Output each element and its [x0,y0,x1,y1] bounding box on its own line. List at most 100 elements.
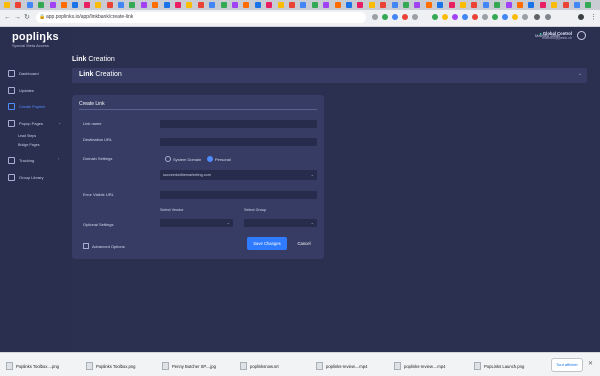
tab-favicon-icon[interactable] [517,2,523,8]
tab-favicon-icon[interactable] [300,2,307,8]
user-account-icon[interactable] [577,31,586,40]
sidebar-item-popup-pages[interactable]: Popup Pages [8,120,43,127]
radio-personal[interactable]: Personal [207,156,231,162]
tab-favicon-icon[interactable] [323,2,330,8]
tab-favicon-icon[interactable] [289,2,295,8]
chevron-down-icon[interactable]: ⌄ [578,71,582,77]
download-item[interactable]: poplinks-review....mp4 [316,362,367,370]
tab-favicon-icon[interactable] [334,2,341,8]
extension-icon[interactable] [482,14,488,20]
tab-favicon-icon[interactable] [49,2,56,8]
save-changes-button[interactable]: Save Changes [247,237,287,250]
app-logo[interactable]: popliŋks [12,31,59,43]
tab-favicon-icon[interactable] [129,2,136,8]
extension-icon[interactable] [402,14,408,20]
tab-favicon-icon[interactable] [118,2,124,8]
tab-favicon-icon[interactable] [197,2,204,8]
tab-favicon-icon[interactable] [403,2,409,8]
tab-favicon-icon[interactable] [391,2,398,8]
extension-icon[interactable] [452,14,458,20]
tab-favicon-icon[interactable] [72,2,79,8]
tab-favicon-icon[interactable] [539,2,546,8]
profile-avatar-icon[interactable] [545,14,551,20]
tab-favicon-icon[interactable] [106,2,113,8]
sidebar-subitem-lead-steps[interactable]: Lead Steps [18,134,36,138]
tab-favicon-icon[interactable] [380,2,387,8]
tab-favicon-icon[interactable] [140,2,147,8]
extension-icon[interactable] [372,14,378,20]
tab-favicon-icon[interactable] [220,2,227,8]
download-item[interactable]: poplinksnow.srt [240,362,279,370]
tab-favicon-icon[interactable] [38,2,45,8]
extension-icon[interactable] [392,14,398,20]
sidebar-item-updates[interactable]: Updates [8,87,34,94]
sidebar-subitem-bridge-pages[interactable]: Bridge Pages [18,143,40,147]
cancel-button[interactable]: Cancel [294,237,314,250]
user-name[interactable]: Mathieu Janin [535,33,560,38]
puzzle-icon[interactable] [534,14,540,20]
tab-favicon-icon[interactable] [266,2,273,8]
tab-favicon-icon[interactable] [505,2,512,8]
radio-button[interactable] [165,156,171,162]
tab-favicon-icon[interactable] [163,2,170,8]
tab-favicon-icon[interactable] [186,2,193,8]
back-icon[interactable]: ← [4,14,11,22]
extension-icon[interactable] [512,14,518,20]
sidebar-item-create-poplink[interactable]: Create Poplink [8,103,45,110]
download-item[interactable]: poplinks-review....mp4 [394,362,445,370]
browser-avatar[interactable] [578,14,584,20]
tab-favicon-icon[interactable] [209,2,216,8]
extension-icon[interactable] [492,14,498,20]
tab-favicon-icon[interactable] [551,2,558,8]
select-group[interactable]: ⌄ [244,219,317,227]
advanced-options-toggle[interactable]: Advanced Options [83,243,125,249]
tab-favicon-icon[interactable] [574,2,580,8]
tab-favicon-icon[interactable] [254,2,261,8]
extension-icon[interactable] [462,14,468,20]
tab-favicon-icon[interactable] [585,2,592,8]
error-url-input[interactable] [160,191,317,199]
radio-button[interactable] [207,156,213,162]
tab-favicon-icon[interactable] [243,2,250,8]
domain-select[interactable]: succeedwithemarketing.com ⌄ [160,170,317,180]
tab-favicon-icon[interactable] [368,2,375,8]
tab-favicon-icon[interactable] [83,2,90,8]
tab-favicon-icon[interactable] [528,2,535,8]
sidebar-item-dashboard[interactable]: Dashboard [8,70,39,77]
tab-favicon-icon[interactable] [425,2,432,8]
tab-favicon-icon[interactable] [346,2,352,8]
extension-icon[interactable] [472,14,478,20]
tab-favicon-icon[interactable] [152,2,159,8]
tab-favicon-icon[interactable] [277,2,284,8]
tab-favicon-icon[interactable] [61,2,67,8]
extension-icon[interactable] [442,14,448,20]
reload-icon[interactable]: ↻ [24,14,30,22]
download-item[interactable]: Poplinks Toolbox....png [6,362,59,370]
destination-url-input[interactable] [160,138,317,146]
section-header-bar[interactable]: Link Creation ⌄ [72,68,587,83]
tab-favicon-icon[interactable] [471,2,478,8]
tab-favicon-icon[interactable] [357,2,364,8]
tab-favicon-icon[interactable] [232,2,238,8]
tab-favicon-icon[interactable] [562,2,569,8]
download-item[interactable]: PopLinks Launch.png [474,362,524,370]
chevron-down-icon[interactable]: ⌄ [58,120,61,125]
sidebar-item-group-library[interactable]: Group Library [8,174,43,181]
checkbox[interactable] [83,243,89,249]
extension-icon[interactable] [432,14,438,20]
radio-system-domain[interactable]: System Domain [165,156,201,162]
download-item[interactable]: Penny Butcher SP....jpg [162,362,216,370]
tab-favicon-icon[interactable] [494,2,501,8]
tab-favicon-icon[interactable] [4,2,10,8]
tab-favicon-icon[interactable] [460,2,466,8]
show-all-downloads-button[interactable]: Tout afficher [551,358,583,372]
forward-icon[interactable]: → [14,14,21,22]
tab-favicon-icon[interactable] [482,2,489,8]
tab-favicon-icon[interactable] [175,2,181,8]
tab-favicon-icon[interactable] [95,2,102,8]
browser-tab-strip[interactable] [0,0,600,10]
tab-favicon-icon[interactable] [414,2,421,8]
tab-favicon-icon[interactable] [311,2,318,8]
browser-menu-icon[interactable]: ⋮ [590,14,597,22]
extension-icon[interactable] [382,14,388,20]
